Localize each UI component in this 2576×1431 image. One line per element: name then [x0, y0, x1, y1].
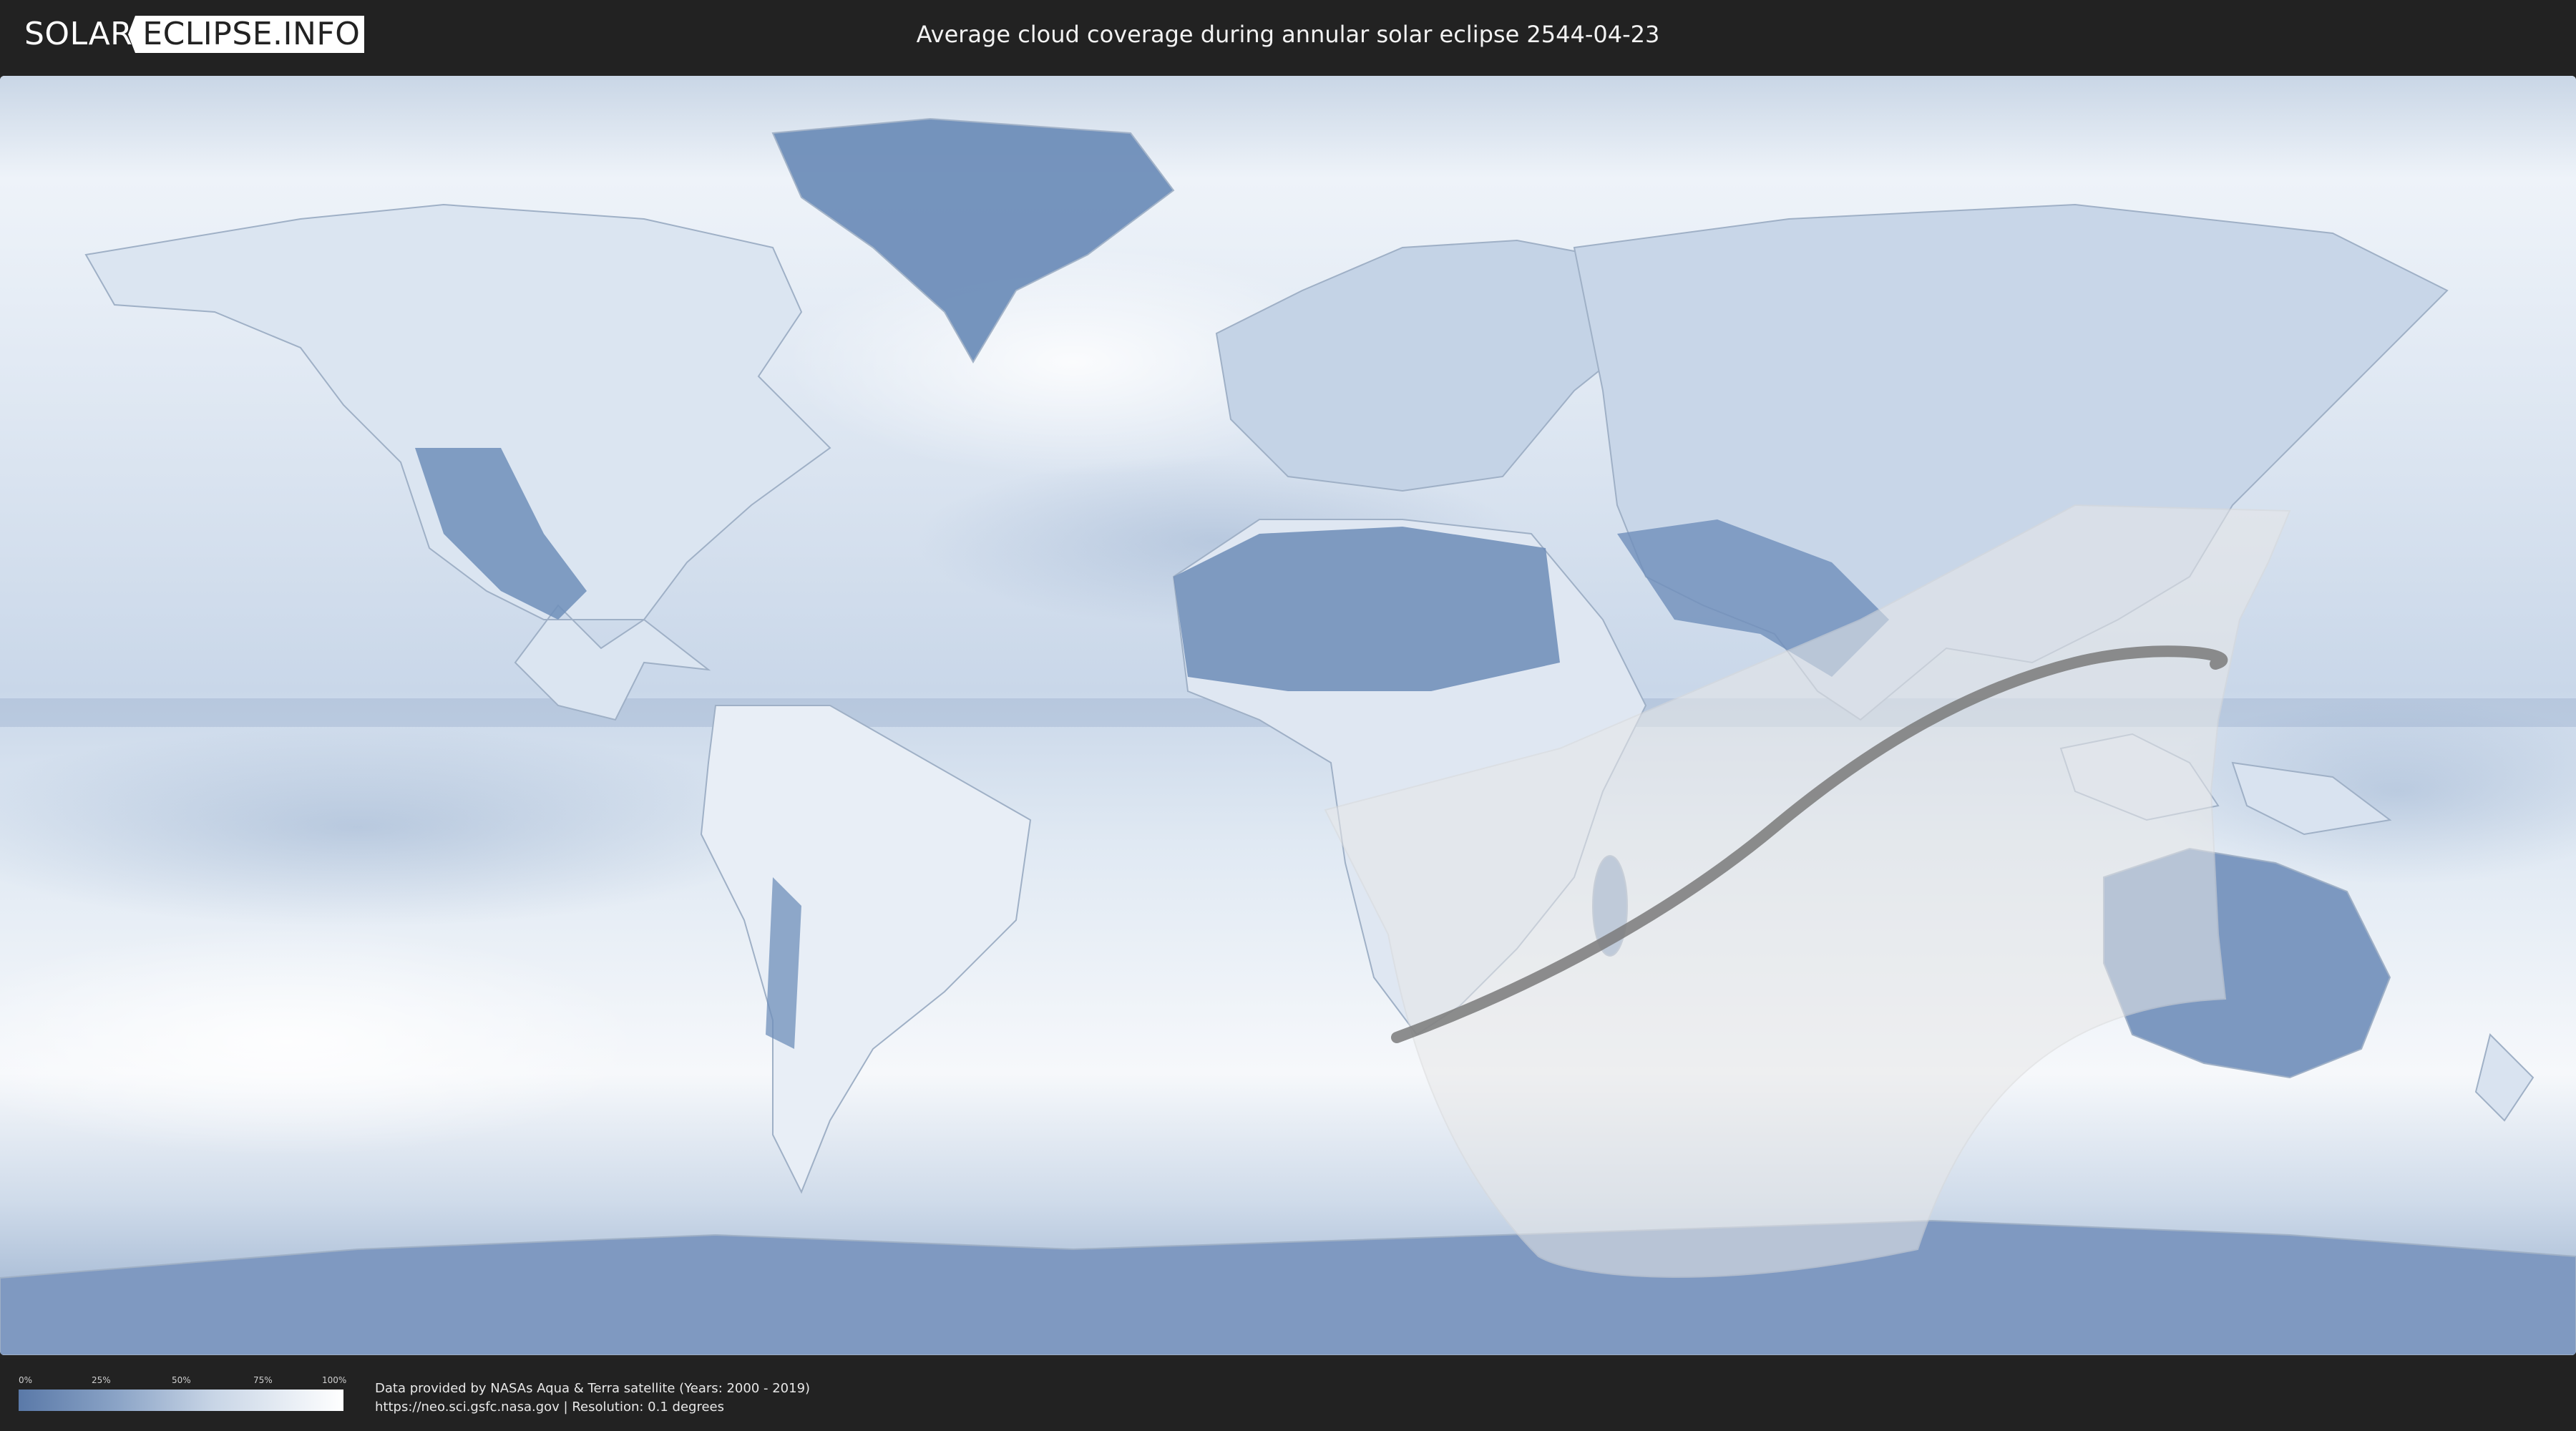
legend-gradient-bar: [19, 1390, 343, 1411]
cloud-coverage-legend: 0% 25% 50% 75% 100%: [19, 1375, 347, 1415]
legend-tick-75: 75%: [253, 1375, 273, 1385]
legend-tick-25: 25%: [92, 1375, 111, 1385]
credits-line-source: Data provided by NASAs Aqua & Terra sate…: [375, 1381, 811, 1396]
header: SOLAR ECLIPSE.INFO Average cloud coverag…: [0, 0, 2576, 72]
page-title: Average cloud coverage during annular so…: [916, 21, 1660, 48]
cloud-coverage-map[interactable]: [0, 76, 2576, 1355]
legend-tick-50: 50%: [172, 1375, 191, 1385]
page: SOLAR ECLIPSE.INFO Average cloud coverag…: [0, 0, 2576, 1431]
data-credits: Data provided by NASAs Aqua & Terra sate…: [375, 1379, 810, 1417]
legend-tick-0: 0%: [19, 1375, 33, 1385]
world-map-icon: [0, 76, 2576, 1355]
landmass-sahara-clear: [1174, 527, 1560, 691]
credits-line-url: https://neo.sci.gsfc.nasa.gov | Resoluti…: [375, 1400, 724, 1415]
legend-tick-100: 100%: [322, 1375, 347, 1385]
footer: 0% 25% 50% 75% 100% Data provided by NAS…: [0, 1359, 2576, 1431]
